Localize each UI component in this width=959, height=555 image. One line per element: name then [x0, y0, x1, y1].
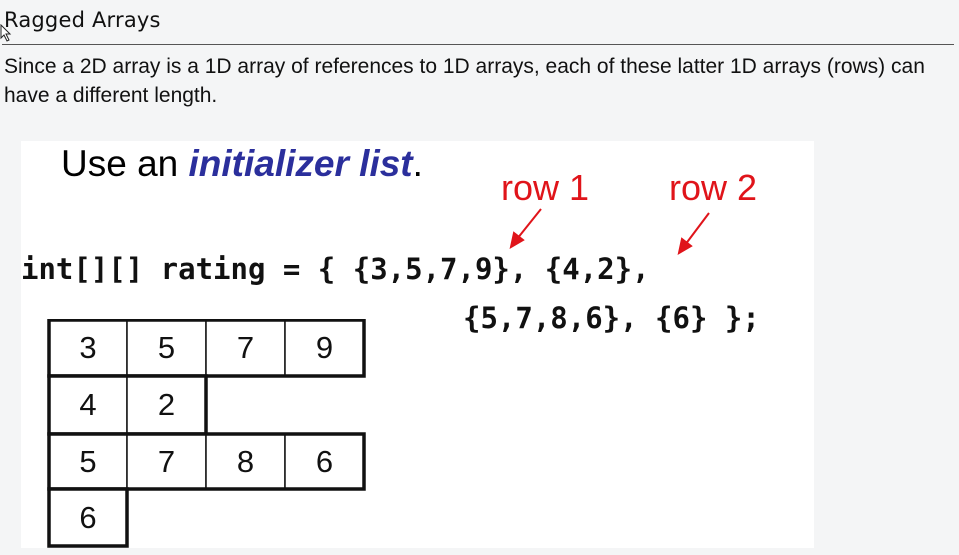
array-cell: 5 [79, 443, 97, 479]
slide-image: Use an initializer list. row 1 row 2 int… [21, 141, 814, 548]
array-cell: 7 [157, 443, 176, 479]
array-cell: 8 [236, 443, 255, 479]
row-2-arrow [677, 212, 710, 256]
array-cell: 7 [236, 330, 255, 365]
slide-title: Use an initializer list. [61, 143, 423, 185]
slide-title-prefix: Use an [61, 143, 189, 184]
row-1-label: row 1 [501, 167, 590, 208]
slide-title-keyword: initializer list [188, 143, 413, 184]
array-cell: 3 [79, 330, 97, 365]
code-line-1: int[][] rating = { {3,5,7,9}, {4,2}, [21, 252, 650, 286]
row-2-label: row 2 [669, 167, 758, 208]
array-cell: 5 [157, 330, 176, 365]
code-line-2: {5,7,8,6}, {6} }; [463, 301, 760, 335]
array-cell: 2 [157, 387, 176, 422]
array-cell: 6 [315, 443, 334, 479]
page: Ragged Arrays Since a 2D array is a 1D a… [0, 0, 959, 555]
intro-paragraph: Since a 2D array is a 1D array of refere… [4, 55, 925, 107]
slide-title-suffix: . [412, 143, 423, 184]
heading-divider [2, 44, 954, 45]
array-cell: 6 [79, 499, 97, 535]
array-cell: 9 [315, 330, 334, 365]
ragged-array-diagram: 3 5 7 9 4 2 5 7 8 6 6 [47, 318, 387, 548]
row-1-arrow [509, 208, 542, 250]
array-cell: 4 [79, 387, 97, 422]
section-heading: Ragged Arrays [4, 8, 161, 32]
